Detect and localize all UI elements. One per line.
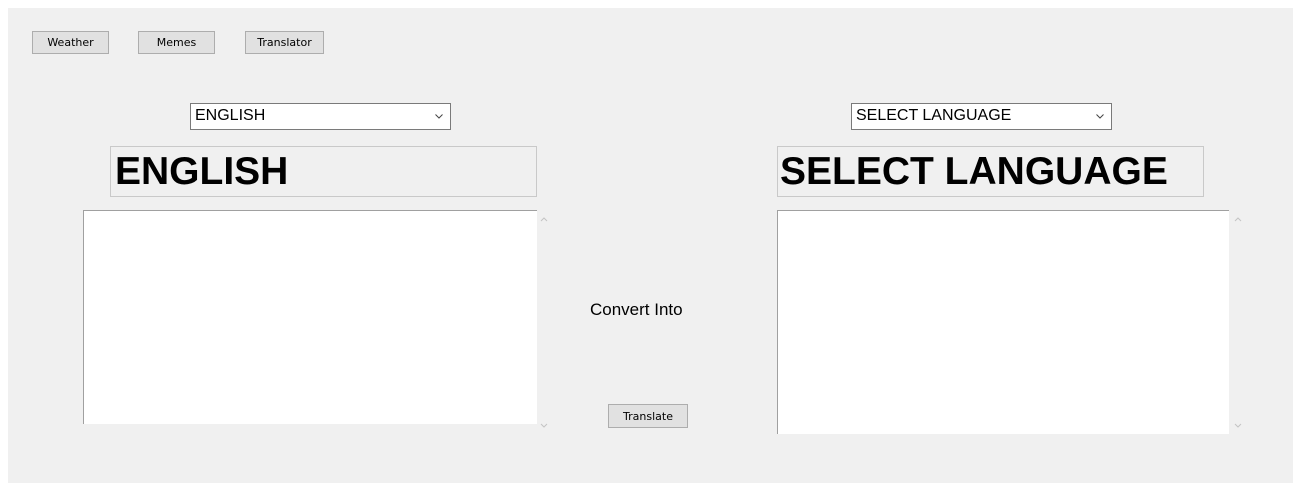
convert-into-label: Convert Into bbox=[590, 300, 683, 319]
memes-button[interactable]: Memes bbox=[138, 31, 215, 54]
translator-window: Weather Memes Translator ENGLISH SELECT … bbox=[8, 8, 1293, 483]
weather-button[interactable]: Weather bbox=[32, 31, 109, 54]
translate-button[interactable]: Translate bbox=[608, 404, 688, 428]
scroll-up-arrow-icon[interactable] bbox=[539, 215, 549, 223]
translator-button[interactable]: Translator bbox=[245, 31, 324, 54]
source-language-dropdown[interactable]: ENGLISH bbox=[190, 103, 451, 130]
target-language-selected: SELECT LANGUAGE bbox=[856, 107, 1012, 124]
source-text-input[interactable] bbox=[83, 210, 537, 424]
source-language-label: ENGLISH bbox=[110, 146, 537, 197]
target-text-output[interactable] bbox=[777, 210, 1229, 434]
scroll-down-arrow-icon[interactable] bbox=[1233, 422, 1243, 430]
source-language-selected: ENGLISH bbox=[195, 107, 266, 124]
chevron-down-icon bbox=[435, 114, 443, 119]
target-language-dropdown[interactable]: SELECT LANGUAGE bbox=[851, 103, 1112, 130]
scroll-down-arrow-icon[interactable] bbox=[539, 422, 549, 430]
target-language-label: SELECT LANGUAGE bbox=[777, 146, 1204, 197]
scroll-up-arrow-icon[interactable] bbox=[1233, 215, 1243, 223]
chevron-down-icon bbox=[1096, 114, 1104, 119]
